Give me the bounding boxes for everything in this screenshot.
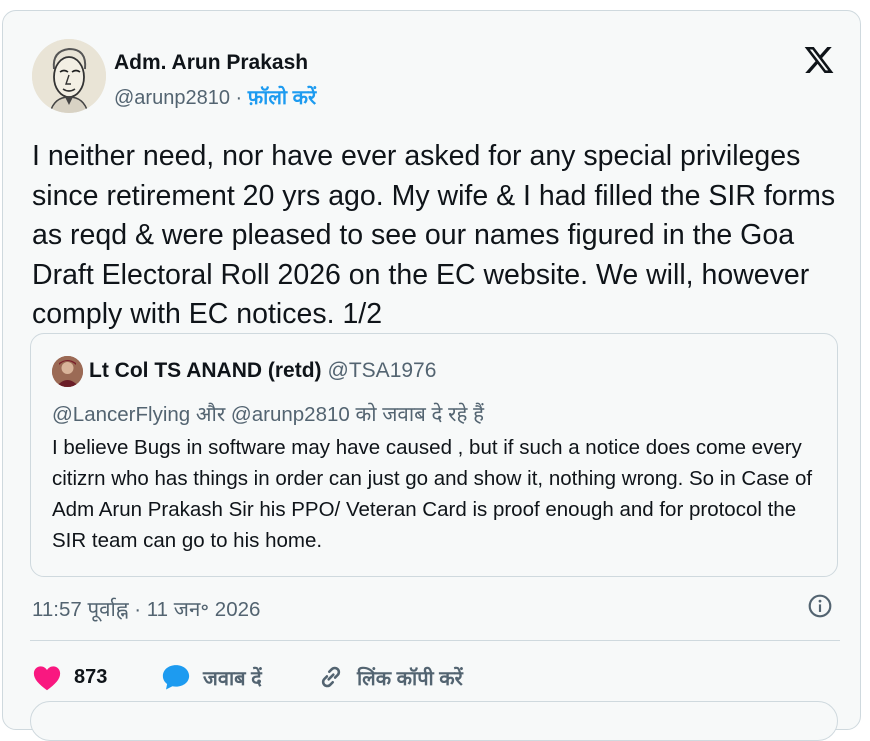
quote-avatar-image [52,356,83,387]
x-logo-icon[interactable] [802,44,836,76]
action-bar: 873 जवाब दें लिंक कॉपी करें [32,657,832,697]
author-caricature-image [32,39,106,113]
quote-replying-to: @LancerFlying और @arunp2810 को जवाब दे र… [52,403,484,426]
quote-author-handle[interactable]: @TSA1976 [328,359,437,382]
like-count: 873 [74,665,108,688]
speech-bubble-icon [162,665,190,690]
quote-author-name[interactable]: Lt Col TS ANAND (retd) [89,359,322,382]
quote-text: I believe Bugs in software may have caus… [52,436,813,552]
quoted-tweet[interactable]: Lt Col TS ANAND (retd) @TSA1976 @LancerFl… [30,333,838,577]
author-display-name[interactable]: Adm. Arun Prakash [114,51,308,75]
tweet-text: I neither need, nor have ever asked for … [32,140,836,330]
reply-button[interactable]: जवाब दें [161,657,262,697]
copy-link-label: लिंक कॉपी करें [357,667,463,690]
info-icon[interactable] [807,593,833,619]
copy-link-button[interactable]: लिंक कॉपी करें [317,657,463,697]
read-replies-button[interactable] [30,701,838,741]
quote-author-avatar[interactable] [52,356,83,387]
divider [30,640,840,641]
author-handle[interactable]: @arunp2810 [114,87,230,109]
reply-label: जवाब दें [203,667,262,690]
author-handle-row: @arunp2810 · फ़ॉलो करें [114,83,316,110]
author-avatar[interactable] [32,39,106,113]
like-button[interactable]: 873 [32,657,107,697]
quote-author-row: Lt Col TS ANAND (retd) @TSA1976 [89,359,436,383]
separator-dot: · [235,87,243,109]
tweet-card: Adm. Arun Prakash @arunp2810 · फ़ॉलो करे… [2,10,861,741]
heart-icon [33,666,61,691]
link-icon [321,666,341,688]
follow-button[interactable]: फ़ॉलो करें [248,87,316,109]
tweet-timestamp[interactable]: 11:57 पूर्वाह्न · 11 जन॰ 2026 [32,595,260,623]
